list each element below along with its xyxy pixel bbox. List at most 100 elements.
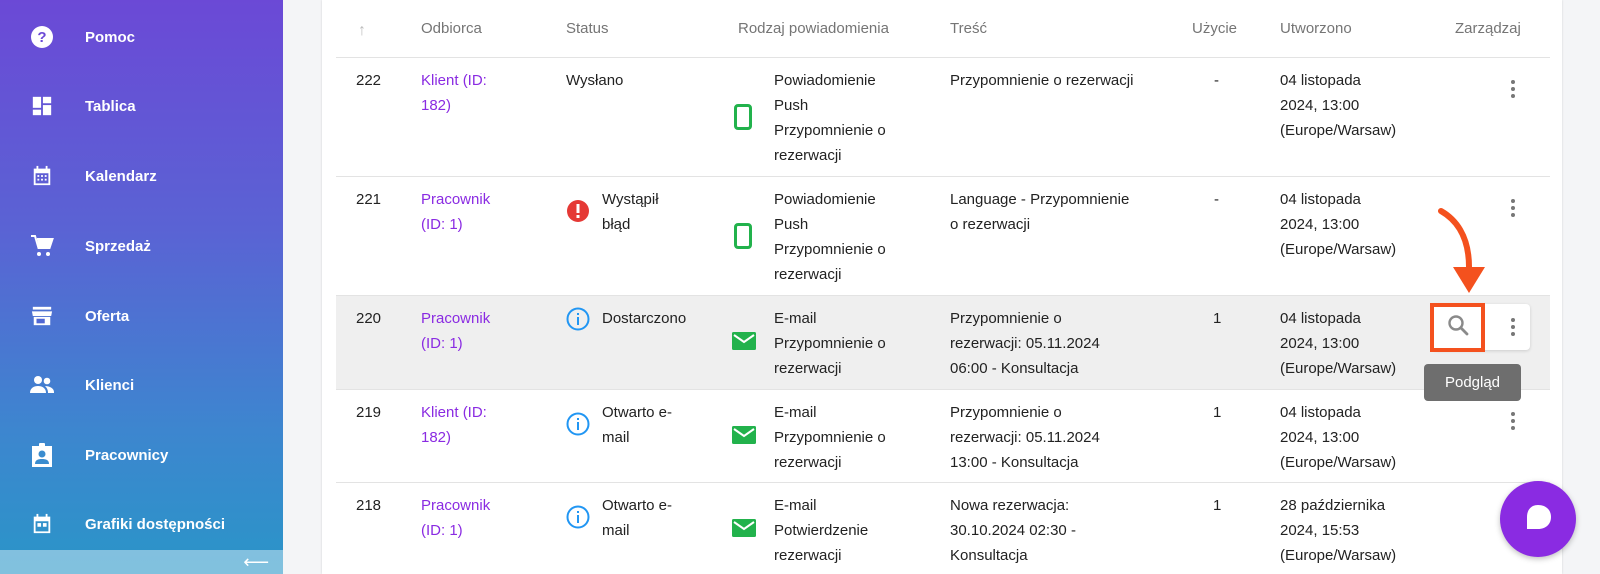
status-text: Otwarto e- mail [602,400,672,450]
status-text: Dostarczono [602,306,686,331]
row-id: 220 [356,310,382,327]
type-text: E-mail Przypomnienie o rezerwacji [774,400,886,475]
collapse-sidebar-icon[interactable]: ⟵ [243,553,269,571]
usage-value: - [1214,72,1219,89]
recipient-link[interactable]: Pracownik (ID: 1) [421,493,490,543]
sidebar-item-sprzedaz[interactable]: Sprzedaż [0,226,283,266]
info-icon [566,505,590,529]
error-icon [566,199,590,223]
created-line: (Europe/Warsaw) [1280,547,1397,564]
content-line: Nowa rezerwacja: [950,497,1070,514]
mail-icon [732,519,756,545]
recipient-line: (ID: 1) [421,522,463,539]
type-line: Przypomnienie o [774,241,886,258]
sidebar-item-klienci[interactable]: Klienci [0,365,283,405]
header-created[interactable]: Utworzono [1280,20,1352,37]
type-line: E-mail [774,497,817,514]
row-id: 219 [356,404,382,421]
created-text: 28 października 2024, 15:53 (Europe/Wars… [1280,493,1396,568]
phone-icon [734,104,758,130]
type-text: Powiadomienie Push Przypomnienie o rezer… [774,68,886,168]
recipient-line: Pracownik [421,191,491,208]
sidebar-item-label: Klienci [85,376,135,394]
content-text: Przypomnienie o rezerwacji [950,68,1133,93]
sidebar-item-grafiki[interactable]: Grafiki dostępności [0,504,283,544]
header-content[interactable]: Treść [950,20,987,37]
status-line: Wystąpił [602,191,659,208]
sidebar-item-tablica[interactable]: Tablica [0,86,283,126]
sidebar: ? Pomoc Tablica Kalendarz Sprzedaż Ofert… [0,0,283,574]
sidebar-item-oferta[interactable]: Oferta [0,296,283,336]
recipient-link[interactable]: Pracownik (ID: 1) [421,306,490,356]
search-icon [1446,313,1470,342]
recipient-link[interactable]: Klient (ID: 182) [421,400,487,450]
content-line: Przypomnienie o rezerwacji [950,72,1134,89]
sidebar-item-label: Pracownicy [85,446,169,464]
content-line: Przypomnienie o [950,310,1062,327]
more-options-icon[interactable] [1509,78,1517,102]
more-options-icon[interactable] [1509,197,1517,221]
more-options-icon[interactable] [1509,316,1517,340]
header-type[interactable]: Rodzaj powiadomienia [738,20,889,37]
status-line: błąd [602,216,631,233]
recipient-line: (ID: 1) [421,335,463,352]
created-line: 2024, 13:00 [1280,429,1360,446]
recipient-line: 182) [421,429,452,446]
header-recipient[interactable]: Odbiorca [421,20,482,37]
status-text: Otwarto e- mail [602,493,672,543]
recipient-link[interactable]: Klient (ID: 182) [421,68,487,118]
header-usage[interactable]: Użycie [1192,20,1237,37]
created-line: (Europe/Warsaw) [1280,241,1397,258]
status-line: mail [602,429,630,446]
sidebar-item-label: Tablica [85,97,136,115]
app-root: ? Pomoc Tablica Kalendarz Sprzedaż Ofert… [0,0,1600,574]
type-text: E-mail Przypomnienie o rezerwacji [774,306,886,381]
content-line: 30.10.2024 02:30 - [950,522,1076,539]
table-header: ↑ Odbiorca Status Rodzaj powiadomienia T… [336,0,1550,58]
created-line: 04 listopada [1280,404,1361,421]
notifications-card: ↑ Odbiorca Status Rodzaj powiadomienia T… [322,0,1562,574]
type-line: rezerwacji [774,360,842,377]
type-text: Powiadomienie Push Przypomnienie o rezer… [774,187,886,287]
created-text: 04 listopada 2024, 13:00 (Europe/Warsaw) [1280,68,1396,143]
chat-button[interactable] [1500,481,1576,557]
content-line: Konsultacja [950,547,1028,564]
recipient-line: (ID: 1) [421,216,463,233]
recipient-link[interactable]: Pracownik (ID: 1) [421,187,490,237]
created-line: 04 listopada [1280,191,1361,208]
sidebar-item-pomoc[interactable]: ? Pomoc [0,17,283,57]
type-line: Powiadomienie [774,72,876,89]
content-text: Language - Przypomnienie o rezerwacji [950,187,1129,237]
table-row[interactable]: 220 Pracownik (ID: 1) Dostarczono E-mail… [336,296,1550,390]
info-icon [566,412,590,436]
row-id: 221 [356,191,382,208]
type-line: Przypomnienie o [774,429,886,446]
sidebar-item-label: Kalendarz [85,167,157,185]
content-line: Language - Przypomnienie [950,191,1130,208]
created-line: 04 listopada [1280,72,1361,89]
more-options-icon[interactable] [1509,410,1517,434]
table-row: 219 Klient (ID: 182) Otwarto e- mail E-m… [336,390,1550,483]
help-icon: ? [30,25,54,49]
status-line: Otwarto e- [602,497,673,514]
schedule-icon [30,512,54,536]
type-line: Powiadomienie [774,191,876,208]
header-status[interactable]: Status [566,20,609,37]
content-text: Nowa rezerwacja: 30.10.2024 02:30 - Kons… [950,493,1076,568]
usage-value: 1 [1213,310,1222,327]
content-text: Przypomnienie o rezerwacji: 05.11.2024 0… [950,306,1100,381]
preview-tooltip: Podgląd [1424,364,1521,401]
preview-button[interactable] [1430,303,1485,352]
recipient-line: Pracownik [421,310,491,327]
created-text: 04 listopada 2024, 13:00 (Europe/Warsaw) [1280,306,1396,381]
sidebar-item-pracownicy[interactable]: Pracownicy [0,435,283,475]
mail-icon [732,426,756,452]
badge-icon [30,443,54,467]
sort-arrow-up-icon[interactable]: ↑ [358,22,366,40]
type-line: Push [774,216,809,233]
created-line: 04 listopada [1280,310,1361,327]
sidebar-item-kalendarz[interactable]: Kalendarz [0,156,283,196]
store-icon [30,304,54,328]
sidebar-item-label: Grafiki dostępności [85,515,226,533]
dashboard-icon [30,94,54,118]
